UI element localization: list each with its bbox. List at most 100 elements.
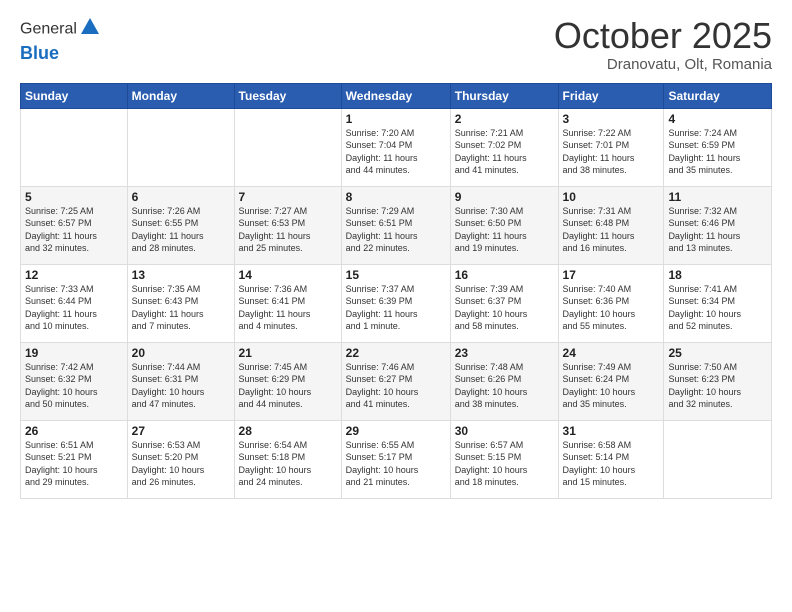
day-info: Sunrise: 7:26 AM Sunset: 6:55 PM Dayligh… — [132, 205, 230, 255]
location: Dranovatu, Olt, Romania — [554, 56, 772, 73]
day-info: Sunrise: 7:32 AM Sunset: 6:46 PM Dayligh… — [668, 205, 767, 255]
calendar: SundayMondayTuesdayWednesdayThursdayFrid… — [20, 83, 772, 499]
day-info: Sunrise: 7:25 AM Sunset: 6:57 PM Dayligh… — [25, 205, 123, 255]
calendar-cell: 29Sunrise: 6:55 AM Sunset: 5:17 PM Dayli… — [341, 420, 450, 498]
calendar-cell: 12Sunrise: 7:33 AM Sunset: 6:44 PM Dayli… — [21, 264, 128, 342]
day-number: 25 — [668, 346, 767, 360]
calendar-cell: 2Sunrise: 7:21 AM Sunset: 7:02 PM Daylig… — [450, 108, 558, 186]
day-number: 21 — [239, 346, 337, 360]
day-number: 14 — [239, 268, 337, 282]
day-info: Sunrise: 7:48 AM Sunset: 6:26 PM Dayligh… — [455, 361, 554, 411]
day-number: 10 — [563, 190, 660, 204]
day-number: 5 — [25, 190, 123, 204]
calendar-cell: 8Sunrise: 7:29 AM Sunset: 6:51 PM Daylig… — [341, 186, 450, 264]
weekday-header-thursday: Thursday — [450, 83, 558, 108]
day-info: Sunrise: 7:42 AM Sunset: 6:32 PM Dayligh… — [25, 361, 123, 411]
weekday-header-sunday: Sunday — [21, 83, 128, 108]
day-number: 20 — [132, 346, 230, 360]
title-block: October 2025 Dranovatu, Olt, Romania — [554, 16, 772, 73]
day-number: 11 — [668, 190, 767, 204]
calendar-cell: 14Sunrise: 7:36 AM Sunset: 6:41 PM Dayli… — [234, 264, 341, 342]
calendar-cell: 30Sunrise: 6:57 AM Sunset: 5:15 PM Dayli… — [450, 420, 558, 498]
day-info: Sunrise: 6:51 AM Sunset: 5:21 PM Dayligh… — [25, 439, 123, 489]
day-info: Sunrise: 6:58 AM Sunset: 5:14 PM Dayligh… — [563, 439, 660, 489]
calendar-cell: 1Sunrise: 7:20 AM Sunset: 7:04 PM Daylig… — [341, 108, 450, 186]
calendar-cell: 11Sunrise: 7:32 AM Sunset: 6:46 PM Dayli… — [664, 186, 772, 264]
day-info: Sunrise: 6:53 AM Sunset: 5:20 PM Dayligh… — [132, 439, 230, 489]
calendar-cell: 15Sunrise: 7:37 AM Sunset: 6:39 PM Dayli… — [341, 264, 450, 342]
day-number: 22 — [346, 346, 446, 360]
calendar-cell: 20Sunrise: 7:44 AM Sunset: 6:31 PM Dayli… — [127, 342, 234, 420]
day-info: Sunrise: 7:41 AM Sunset: 6:34 PM Dayligh… — [668, 283, 767, 333]
calendar-cell: 24Sunrise: 7:49 AM Sunset: 6:24 PM Dayli… — [558, 342, 664, 420]
logo-text: General — [20, 16, 101, 43]
calendar-cell: 26Sunrise: 6:51 AM Sunset: 5:21 PM Dayli… — [21, 420, 128, 498]
day-info: Sunrise: 7:35 AM Sunset: 6:43 PM Dayligh… — [132, 283, 230, 333]
day-number: 1 — [346, 112, 446, 126]
calendar-cell: 25Sunrise: 7:50 AM Sunset: 6:23 PM Dayli… — [664, 342, 772, 420]
calendar-cell — [234, 108, 341, 186]
weekday-header-wednesday: Wednesday — [341, 83, 450, 108]
logo-general: General — [20, 21, 77, 38]
day-number: 19 — [25, 346, 123, 360]
day-number: 8 — [346, 190, 446, 204]
day-info: Sunrise: 7:44 AM Sunset: 6:31 PM Dayligh… — [132, 361, 230, 411]
day-number: 12 — [25, 268, 123, 282]
month-title: October 2025 — [554, 16, 772, 56]
calendar-cell: 27Sunrise: 6:53 AM Sunset: 5:20 PM Dayli… — [127, 420, 234, 498]
day-info: Sunrise: 7:39 AM Sunset: 6:37 PM Dayligh… — [455, 283, 554, 333]
calendar-cell: 23Sunrise: 7:48 AM Sunset: 6:26 PM Dayli… — [450, 342, 558, 420]
calendar-cell: 21Sunrise: 7:45 AM Sunset: 6:29 PM Dayli… — [234, 342, 341, 420]
calendar-cell: 17Sunrise: 7:40 AM Sunset: 6:36 PM Dayli… — [558, 264, 664, 342]
weekday-header-saturday: Saturday — [664, 83, 772, 108]
day-info: Sunrise: 7:37 AM Sunset: 6:39 PM Dayligh… — [346, 283, 446, 333]
day-number: 9 — [455, 190, 554, 204]
calendar-cell: 6Sunrise: 7:26 AM Sunset: 6:55 PM Daylig… — [127, 186, 234, 264]
week-row-4: 26Sunrise: 6:51 AM Sunset: 5:21 PM Dayli… — [21, 420, 772, 498]
day-number: 16 — [455, 268, 554, 282]
day-number: 15 — [346, 268, 446, 282]
header: General Blue October 2025 Dranovatu, Olt… — [20, 16, 772, 73]
day-info: Sunrise: 6:55 AM Sunset: 5:17 PM Dayligh… — [346, 439, 446, 489]
logo-icon — [79, 16, 101, 43]
day-number: 30 — [455, 424, 554, 438]
day-info: Sunrise: 7:30 AM Sunset: 6:50 PM Dayligh… — [455, 205, 554, 255]
day-number: 24 — [563, 346, 660, 360]
day-number: 17 — [563, 268, 660, 282]
calendar-cell: 7Sunrise: 7:27 AM Sunset: 6:53 PM Daylig… — [234, 186, 341, 264]
weekday-header-monday: Monday — [127, 83, 234, 108]
weekday-header-row: SundayMondayTuesdayWednesdayThursdayFrid… — [21, 83, 772, 108]
calendar-cell: 9Sunrise: 7:30 AM Sunset: 6:50 PM Daylig… — [450, 186, 558, 264]
calendar-cell: 22Sunrise: 7:46 AM Sunset: 6:27 PM Dayli… — [341, 342, 450, 420]
day-info: Sunrise: 7:50 AM Sunset: 6:23 PM Dayligh… — [668, 361, 767, 411]
day-info: Sunrise: 7:21 AM Sunset: 7:02 PM Dayligh… — [455, 127, 554, 177]
calendar-cell: 3Sunrise: 7:22 AM Sunset: 7:01 PM Daylig… — [558, 108, 664, 186]
day-number: 3 — [563, 112, 660, 126]
calendar-cell: 13Sunrise: 7:35 AM Sunset: 6:43 PM Dayli… — [127, 264, 234, 342]
week-row-3: 19Sunrise: 7:42 AM Sunset: 6:32 PM Dayli… — [21, 342, 772, 420]
calendar-cell — [664, 420, 772, 498]
calendar-cell: 16Sunrise: 7:39 AM Sunset: 6:37 PM Dayli… — [450, 264, 558, 342]
calendar-cell: 31Sunrise: 6:58 AM Sunset: 5:14 PM Dayli… — [558, 420, 664, 498]
day-info: Sunrise: 7:31 AM Sunset: 6:48 PM Dayligh… — [563, 205, 660, 255]
day-info: Sunrise: 7:36 AM Sunset: 6:41 PM Dayligh… — [239, 283, 337, 333]
day-number: 2 — [455, 112, 554, 126]
day-number: 26 — [25, 424, 123, 438]
calendar-cell — [21, 108, 128, 186]
day-number: 28 — [239, 424, 337, 438]
day-number: 7 — [239, 190, 337, 204]
day-info: Sunrise: 6:54 AM Sunset: 5:18 PM Dayligh… — [239, 439, 337, 489]
calendar-cell: 10Sunrise: 7:31 AM Sunset: 6:48 PM Dayli… — [558, 186, 664, 264]
logo: General Blue — [20, 16, 101, 64]
day-number: 4 — [668, 112, 767, 126]
day-info: Sunrise: 7:46 AM Sunset: 6:27 PM Dayligh… — [346, 361, 446, 411]
page: General Blue October 2025 Dranovatu, Olt… — [0, 0, 792, 612]
day-info: Sunrise: 7:49 AM Sunset: 6:24 PM Dayligh… — [563, 361, 660, 411]
calendar-cell: 19Sunrise: 7:42 AM Sunset: 6:32 PM Dayli… — [21, 342, 128, 420]
day-number: 13 — [132, 268, 230, 282]
day-number: 29 — [346, 424, 446, 438]
day-number: 6 — [132, 190, 230, 204]
day-number: 31 — [563, 424, 660, 438]
day-info: Sunrise: 7:40 AM Sunset: 6:36 PM Dayligh… — [563, 283, 660, 333]
logo-blue: Blue — [20, 43, 59, 63]
